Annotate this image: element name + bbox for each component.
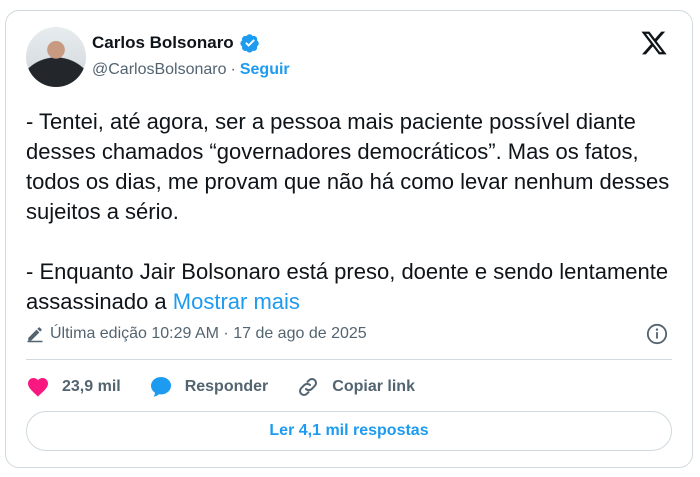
- handle-row: @CarlosBolsonaro · Seguir: [92, 61, 290, 79]
- copy-link-label: Copiar link: [332, 378, 415, 395]
- show-more-link[interactable]: Mostrar mais: [173, 289, 300, 314]
- reply-button[interactable]: Responder: [149, 375, 269, 399]
- author-name[interactable]: Carlos Bolsonaro: [92, 33, 234, 53]
- link-icon: [299, 378, 318, 396]
- speech-bubble-icon: [150, 377, 171, 397]
- tweet-body: - Tentei, até agora, ser a pessoa mais p…: [26, 109, 670, 314]
- action-bar: 23,9 mil Responder Copiar link: [26, 373, 443, 401]
- author-name-row: Carlos Bolsonaro: [92, 33, 260, 53]
- x-logo-icon[interactable]: [640, 29, 668, 57]
- avatar[interactable]: [26, 27, 86, 87]
- read-replies-button[interactable]: Ler 4,1 mil respostas: [26, 411, 672, 451]
- copy-link-button[interactable]: Copiar link: [296, 375, 415, 399]
- separator-dot: ·: [230, 61, 236, 78]
- follow-button[interactable]: Seguir: [240, 61, 290, 79]
- edit-pencil-icon: [27, 327, 43, 343]
- reply-label: Responder: [184, 378, 269, 395]
- edited-timestamp: Última edição 10:29 AM · 17 de ago de 20…: [50, 325, 367, 342]
- tweet-text: - Tentei, até agora, ser a pessoa mais p…: [26, 107, 674, 317]
- info-icon[interactable]: [646, 323, 668, 345]
- tweet-card: Carlos Bolsonaro @CarlosBolsonaro · Segu…: [5, 10, 693, 468]
- like-count: 23,9 mil: [62, 378, 121, 395]
- divider: [26, 359, 672, 360]
- edit-info-row[interactable]: Última edição 10:29 AM · 17 de ago de 20…: [26, 325, 367, 343]
- verified-badge-icon: [240, 34, 259, 53]
- heart-icon: [28, 378, 48, 397]
- like-button[interactable]: 23,9 mil: [26, 375, 121, 399]
- author-handle[interactable]: @CarlosBolsonaro: [92, 61, 227, 79]
